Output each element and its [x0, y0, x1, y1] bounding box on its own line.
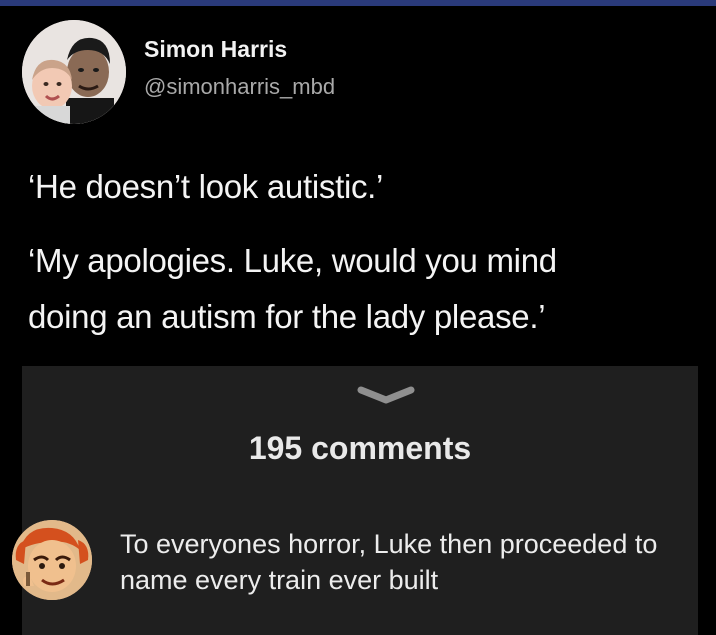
display-name[interactable]: Simon Harris — [144, 36, 287, 63]
tweet-text-line: ‘My apologies. Luke, would you mind — [28, 242, 557, 279]
tweet-text-line: doing an autism for the lady please.’ — [28, 298, 546, 335]
commenter-avatar[interactable] — [12, 520, 92, 600]
tweet-text-line: ‘He doesn’t look autistic.’ — [28, 168, 384, 205]
comment-text: To everyones horror, Luke then proceeded… — [120, 529, 658, 595]
comments-count: 195 comments — [248, 430, 472, 466]
profile-avatar[interactable] — [22, 20, 126, 124]
tweet-card: Simon Harris @simonharris_mbd ‘He doesn’… — [0, 6, 716, 366]
user-handle[interactable]: @simonharris_mbd — [144, 74, 335, 100]
chevron-down-icon[interactable] — [351, 382, 421, 408]
